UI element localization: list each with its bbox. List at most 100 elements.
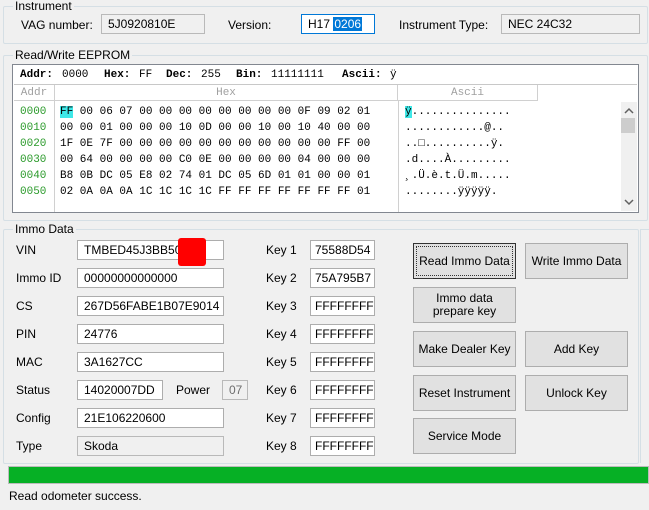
- immo-prepare-line-2: prepare key: [432, 304, 497, 318]
- power-field[interactable]: 07: [222, 380, 248, 400]
- scroll-up-arrow-icon[interactable]: [621, 104, 637, 118]
- key-2-field[interactable]: 75A795B7: [310, 268, 375, 288]
- cs-label: CS: [16, 299, 33, 313]
- key-3-field[interactable]: FFFFFFFF: [310, 296, 375, 316]
- instrument-type-field[interactable]: NEC 24C32: [501, 14, 640, 34]
- right-panel-edge: [640, 229, 649, 463]
- row-hex[interactable]: 00 00 01 00 00 00 10 0D 00 00 10 00 10 4…: [60, 122, 370, 134]
- version-selected-text: 0206: [333, 17, 363, 31]
- hex-scroll-thumb[interactable]: [621, 118, 635, 133]
- row-hex-bytes: 00 06 07 00 00 00 00 00 00 00 00 0F 09 0…: [73, 106, 371, 118]
- row-ascii[interactable]: ÿ...............: [405, 106, 511, 118]
- key-4-field[interactable]: FFFFFFFF: [310, 324, 375, 344]
- vag-number-label: VAG number:: [21, 18, 93, 32]
- immo-group-title: Immo Data: [13, 222, 76, 236]
- unlock-key-button[interactable]: Unlock Key: [525, 375, 628, 411]
- row-ascii[interactable]: ..□..........ÿ.: [405, 138, 504, 150]
- immo-id-label: Immo ID: [16, 271, 62, 285]
- row-hex[interactable]: 1F 0E 7F 00 00 00 00 00 00 00 00 00 00 0…: [60, 138, 370, 150]
- progress-fill: [9, 467, 648, 483]
- hex-separator-1: [54, 101, 55, 212]
- version-prefix: H17: [308, 17, 331, 31]
- selected-byte[interactable]: FF: [60, 106, 74, 118]
- status-message: Read odometer success.: [9, 489, 142, 503]
- progress-bar: [8, 466, 649, 484]
- row-ascii[interactable]: ........ÿÿÿÿÿ.: [405, 186, 497, 198]
- bin-label: Bin:: [236, 69, 263, 81]
- pin-label: PIN: [16, 327, 37, 341]
- row-addr: 0000: [20, 106, 47, 118]
- config-field[interactable]: 21E106220600: [77, 408, 224, 428]
- status-field[interactable]: 14020007DD: [77, 380, 163, 400]
- col-header-hex: Hex: [55, 85, 398, 101]
- addr-value: 0000: [62, 69, 89, 81]
- row-ascii[interactable]: ............@..: [405, 122, 504, 134]
- immo-id-field[interactable]: 00000000000000: [77, 268, 224, 288]
- row-hex[interactable]: 00 64 00 00 00 00 C0 0E 00 00 00 00 04 0…: [60, 154, 370, 166]
- row-ascii[interactable]: .d....À.........: [405, 154, 511, 166]
- key-6-label: Key 6: [266, 383, 297, 397]
- version-label: Version:: [228, 18, 272, 32]
- key-7-label: Key 7: [266, 411, 297, 425]
- hex-separator-2: [398, 101, 399, 212]
- reset-instrument-button[interactable]: Reset Instrument: [413, 375, 516, 411]
- immo-data-prepare-key-button[interactable]: Immo data prepare key: [413, 287, 516, 323]
- hex-status-bar: Addr: 0000 Hex: FF Dec: 255 Bin: 1111111…: [14, 66, 637, 85]
- row-addr: 0020: [20, 138, 47, 150]
- power-label: Power: [176, 383, 211, 397]
- key-5-label: Key 5: [266, 355, 297, 369]
- key-6-field[interactable]: FFFFFFFF: [310, 380, 375, 400]
- col-header-ascii: Ascii: [398, 85, 538, 101]
- row-addr: 0050: [20, 186, 47, 198]
- add-key-button[interactable]: Add Key: [525, 331, 628, 367]
- bin-value: 11111111: [271, 69, 324, 81]
- row-hex[interactable]: 02 0A 0A 0A 1C 1C 1C 1C FF FF FF FF FF F…: [60, 186, 370, 198]
- eeprom-group-title: Read/Write EEPROM: [13, 48, 133, 62]
- dec-value: 255: [201, 69, 221, 81]
- row-addr: 0010: [20, 122, 47, 134]
- type-label: Type: [16, 439, 43, 453]
- mac-field[interactable]: 3A1627CC: [77, 352, 224, 372]
- key-2-label: Key 2: [266, 271, 297, 285]
- make-dealer-key-button[interactable]: Make Dealer Key: [413, 331, 516, 367]
- row-ascii[interactable]: ¸.Ü.è.t.Ü.m.....: [405, 170, 511, 182]
- dec-label: Dec:: [166, 69, 193, 81]
- vin-label: VIN: [16, 243, 37, 257]
- instrument-type-label: Instrument Type:: [399, 18, 489, 32]
- key-8-label: Key 8: [266, 439, 297, 453]
- row-addr: 0040: [20, 170, 47, 182]
- vin-redaction: [178, 238, 206, 266]
- key-7-field[interactable]: FFFFFFFF: [310, 408, 375, 428]
- selected-ascii-char: ÿ: [405, 106, 412, 118]
- instrument-group-title: Instrument: [13, 0, 74, 13]
- ascii-label: Ascii:: [342, 69, 382, 81]
- hex-editor[interactable]: Addr: 0000 Hex: FF Dec: 255 Bin: 1111111…: [12, 64, 639, 213]
- version-field[interactable]: H17 0206: [301, 14, 375, 34]
- type-field[interactable]: Skoda: [77, 436, 224, 456]
- key-4-label: Key 4: [266, 327, 297, 341]
- row-ascii-chars: ...............: [411, 106, 511, 118]
- ascii-value: ÿ: [390, 69, 397, 81]
- read-immo-data-button[interactable]: Read Immo Data: [413, 243, 516, 279]
- row-addr: 0030: [20, 154, 47, 166]
- key-1-field[interactable]: 75588D54: [310, 240, 375, 260]
- write-immo-data-button[interactable]: Write Immo Data: [525, 243, 628, 279]
- cs-field[interactable]: 267D56FABE1B07E9014: [77, 296, 224, 316]
- row-hex[interactable]: B8 0B DC 05 E8 02 74 01 DC 05 6D 01 01 0…: [60, 170, 370, 182]
- key-5-field[interactable]: FFFFFFFF: [310, 352, 375, 372]
- col-header-addr: Addr: [14, 85, 55, 101]
- vag-number-field[interactable]: 5J0920810E: [101, 14, 205, 34]
- config-label: Config: [16, 411, 51, 425]
- pin-field[interactable]: 24776: [77, 324, 224, 344]
- addr-label: Addr:: [20, 69, 54, 81]
- status-label: Status: [16, 383, 51, 397]
- hex-label: Hex:: [104, 69, 131, 81]
- mac-label: MAC: [16, 355, 43, 369]
- hex-value: FF: [139, 69, 153, 81]
- key-1-label: Key 1: [266, 243, 297, 257]
- row-hex[interactable]: FF 00 06 07 00 00 00 00 00 00 00 00 0F 0…: [60, 106, 370, 118]
- key-8-field[interactable]: FFFFFFFF: [310, 436, 375, 456]
- key-3-label: Key 3: [266, 299, 297, 313]
- service-mode-button[interactable]: Service Mode: [413, 418, 516, 454]
- scroll-down-arrow-icon[interactable]: [621, 195, 637, 209]
